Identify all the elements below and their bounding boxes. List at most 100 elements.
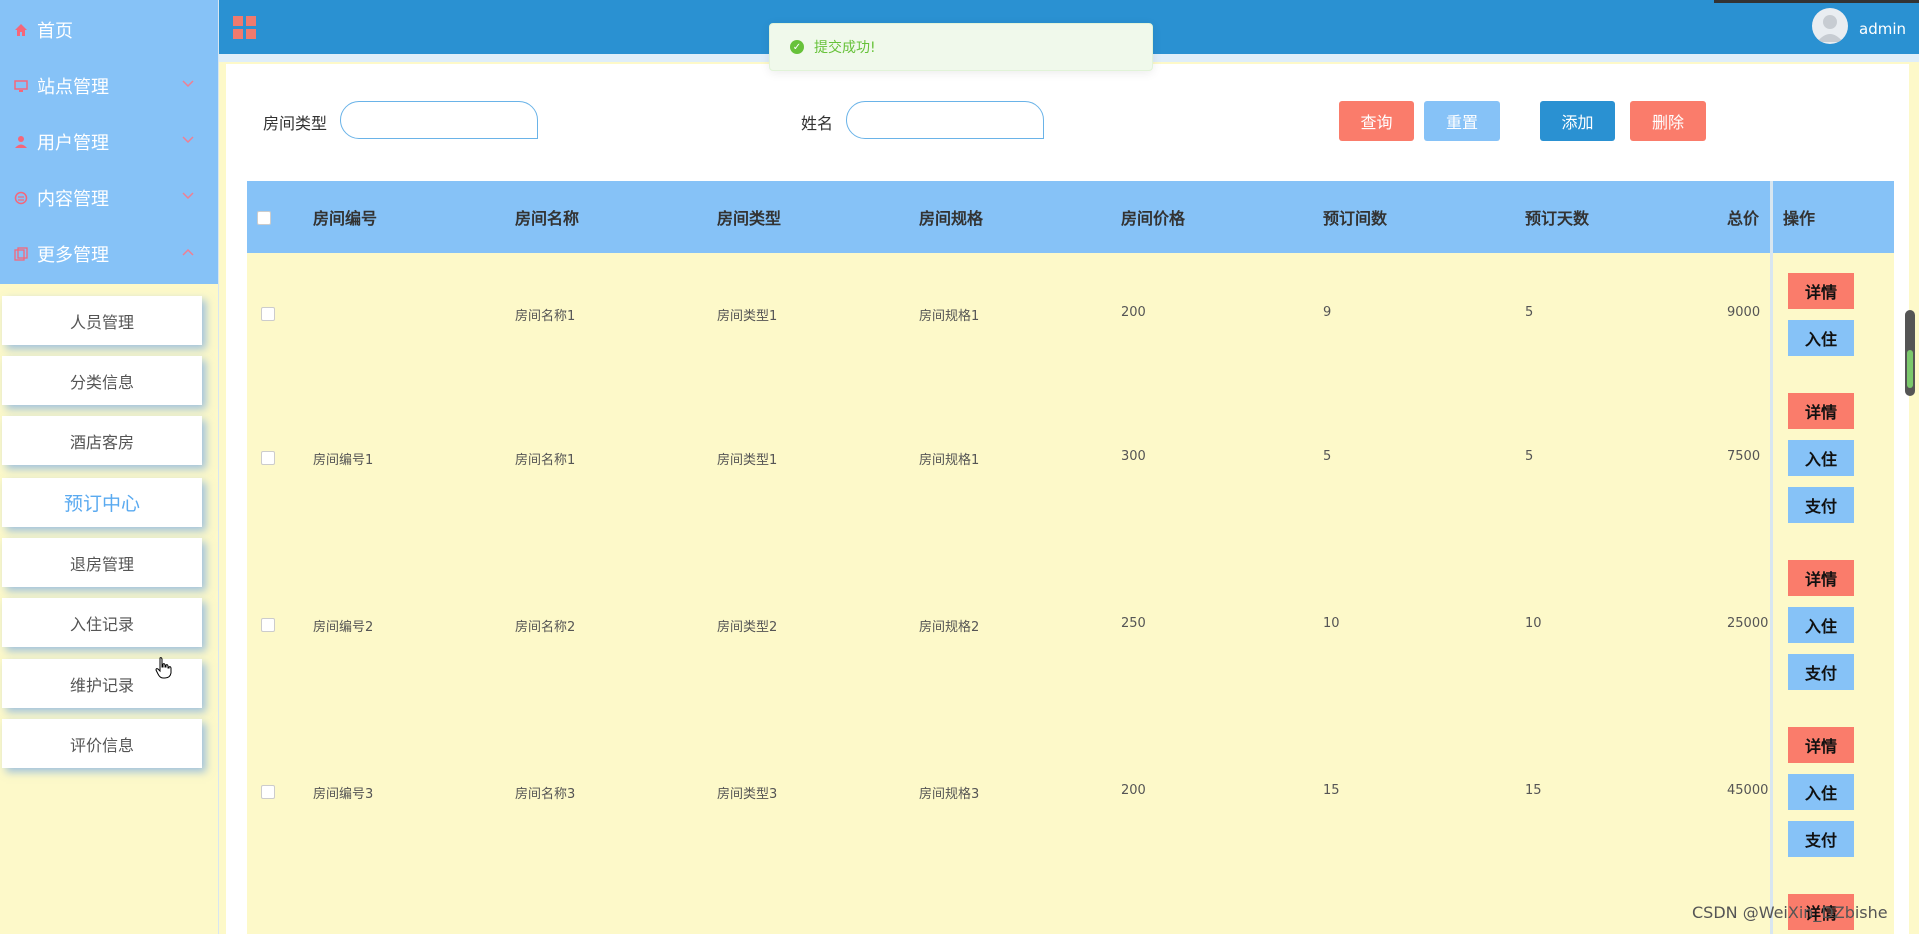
submenu-item-staff-management[interactable]: 人员管理 [2,296,202,345]
detail-button[interactable]: 详情 [1788,273,1854,309]
sidebar-main-menu: 首页 站点管理 用户管理 内容管理 更多管理 [0,0,218,284]
copy-icon [14,247,28,261]
table-row: 详情 [247,874,1894,934]
grid-menu-icon[interactable] [233,16,257,40]
cell-room-name: 房间名称1 [515,309,576,324]
column-header-room-type[interactable]: 房间类型 [717,181,781,253]
select-all-checkbox[interactable] [257,211,271,225]
sidebar-item-content-management[interactable]: 内容管理 [0,170,218,226]
submenu-item-checkout-management[interactable]: 退房管理 [2,538,202,587]
pay-button[interactable]: 支付 [1788,821,1854,857]
cell-room-no: 房间编号1 [313,453,374,468]
row-checkbox[interactable] [261,618,275,632]
cell-rooms: 15 [1323,783,1340,798]
cell-room-type: 房间类型2 [717,620,778,635]
row-checkbox[interactable] [261,451,275,465]
add-button[interactable]: 添加 [1540,101,1615,141]
cell-total: 7500 [1727,449,1761,464]
sidebar-item-home[interactable]: 首页 [0,2,218,58]
column-header-days-booked[interactable]: 预订天数 [1525,181,1589,253]
column-header-price[interactable]: 房间价格 [1121,181,1185,253]
table-row: 房间编号2 房间名称2 房间类型2 房间规格2 250 10 10 25000 … [247,540,1894,708]
cell-days: 5 [1525,305,1534,320]
username[interactable]: admin [1859,20,1906,38]
column-header-room-name[interactable]: 房间名称 [515,181,579,253]
row-checkbox[interactable] [261,785,275,799]
sidebar-item-site-management[interactable]: 站点管理 [0,58,218,114]
cell-total: 9000 [1727,305,1761,320]
cell-rooms: 10 [1323,616,1340,631]
detail-button[interactable]: 详情 [1788,727,1854,763]
table-row: 房间编号3 房间名称3 房间类型3 房间规格3 200 15 15 45000 … [247,707,1894,875]
detail-button[interactable]: 详情 [1788,560,1854,596]
checkin-button[interactable]: 入住 [1788,320,1854,356]
chevron-up-icon [182,248,194,256]
cell-room-type: 房间类型3 [717,787,778,802]
avatar[interactable] [1812,8,1848,44]
avatar-user-icon [1817,15,1843,42]
cell-days: 5 [1525,449,1534,464]
name-label: 姓名 [801,114,834,133]
submenu-item-checkin-records[interactable]: 入住记录 [2,598,202,647]
column-header-total[interactable]: 总价 [1727,181,1759,253]
checkin-button[interactable]: 入住 [1788,607,1854,643]
pay-button[interactable]: 支付 [1788,654,1854,690]
cell-room-no: 房间编号3 [313,787,374,802]
checkin-button[interactable]: 入住 [1788,774,1854,810]
sidebar: 首页 站点管理 用户管理 内容管理 更多管理 人员管理 分类信息 酒店客房 预订… [0,0,219,934]
room-type-input[interactable] [340,101,538,139]
submenu-item-booking-center[interactable]: 预订中心 [2,478,202,527]
query-button[interactable]: 查询 [1339,101,1414,141]
column-header-room-no[interactable]: 房间编号 [313,181,377,253]
cell-price: 250 [1121,616,1146,631]
cell-room-no: 房间编号2 [313,620,374,635]
success-toast: ✓ 提交成功! [769,23,1153,71]
check-circle-icon: ✓ [790,40,804,54]
home-icon [14,23,28,37]
row-checkbox[interactable] [261,307,275,321]
cell-room-spec: 房间规格2 [919,620,980,635]
cell-room-name: 房间名称2 [515,620,576,635]
cell-room-spec: 房间规格1 [919,453,980,468]
submenu-item-review-info[interactable]: 评价信息 [2,719,202,768]
hand-pointer-icon [155,657,172,679]
sidebar-item-label: 用户管理 [37,133,109,154]
cell-total: 45000 [1727,783,1769,798]
cell-days: 10 [1525,616,1542,631]
cell-room-spec: 房间规格3 [919,787,980,802]
sidebar-item-label: 站点管理 [37,77,109,98]
toast-message: 提交成功! [814,40,876,56]
chevron-down-icon [182,136,194,144]
sidebar-item-label: 首页 [37,21,73,42]
reset-button[interactable]: 重置 [1424,101,1500,141]
sidebar-item-label: 内容管理 [37,189,109,210]
window-edge [1714,0,1919,3]
column-header-room-spec[interactable]: 房间规格 [919,181,983,253]
user-icon [14,135,28,149]
sidebar-item-label: 更多管理 [37,245,109,266]
submenu-item-category-info[interactable]: 分类信息 [2,356,202,405]
content-icon [14,191,28,205]
checkin-button[interactable]: 入住 [1788,440,1854,476]
delete-button[interactable]: 删除 [1630,101,1706,141]
chevron-down-icon [182,192,194,200]
cell-room-name: 房间名称1 [515,453,576,468]
cell-days: 15 [1525,783,1542,798]
sidebar-item-more-management[interactable]: 更多管理 [0,226,218,282]
name-input[interactable] [846,101,1044,139]
cell-price: 200 [1121,305,1146,320]
cell-rooms: 9 [1323,305,1332,320]
cell-room-type: 房间类型1 [717,453,778,468]
vertical-scrollbar[interactable] [1905,310,1915,396]
cell-room-spec: 房间规格1 [919,309,980,324]
sidebar-item-user-management[interactable]: 用户管理 [0,114,218,170]
watermark: CSDN @WeiXin_DZbishe [1692,903,1888,922]
pay-button[interactable]: 支付 [1788,487,1854,523]
column-header-rooms-booked[interactable]: 预订间数 [1323,181,1387,253]
submenu-item-hotel-rooms[interactable]: 酒店客房 [2,416,202,465]
cell-total: 25000 [1727,616,1769,631]
table-header: 房间编号 房间名称 房间类型 房间规格 房间价格 预订间数 预订天数 总价 操作 [247,181,1894,253]
table-row: 房间名称1 房间类型1 房间规格1 200 9 5 9000 详情 入住 [247,253,1894,374]
room-type-label: 房间类型 [263,114,328,133]
detail-button[interactable]: 详情 [1788,393,1854,429]
